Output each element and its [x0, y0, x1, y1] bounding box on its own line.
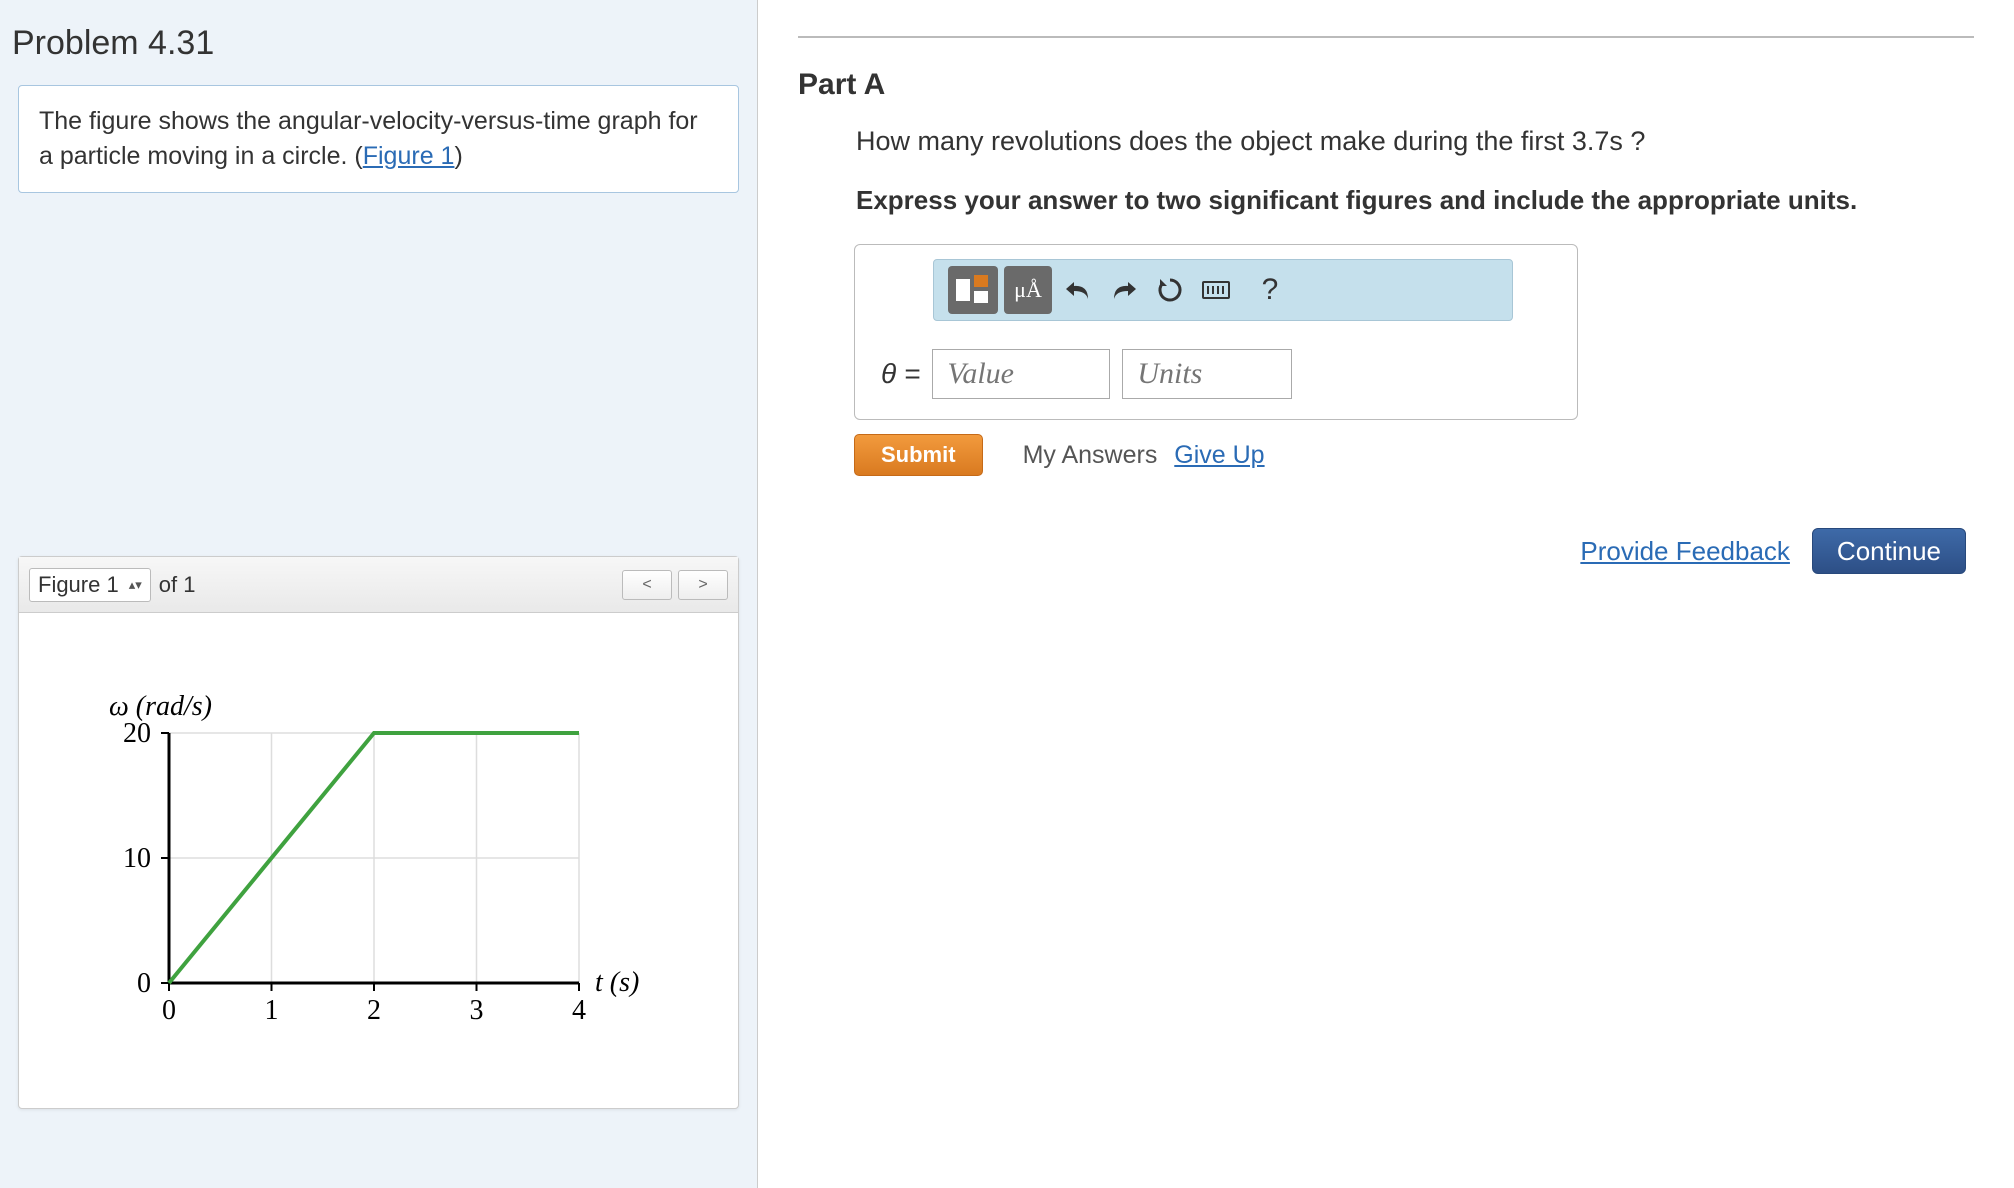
svg-text:3: 3: [470, 995, 484, 1026]
answer-box: μÅ ? θ =: [854, 244, 1578, 420]
figure-next-button[interactable]: >: [678, 570, 728, 600]
answer-links: My Answers Give Up: [1023, 441, 1265, 470]
keyboard-button[interactable]: [1196, 270, 1236, 310]
svg-text:t (s): t (s): [595, 967, 639, 998]
help-button[interactable]: ?: [1250, 270, 1290, 310]
divider: [798, 36, 1974, 38]
units-input[interactable]: [1122, 349, 1292, 399]
template-picker-button[interactable]: [948, 266, 998, 314]
figure-count: of 1: [159, 572, 196, 598]
description-text-post: ): [454, 142, 462, 170]
svg-text:0: 0: [162, 995, 176, 1026]
stepper-icon: ▴▾: [129, 577, 142, 593]
chart: 0 1 2 3 4 0 10 20ω (rad/s) t (s): [69, 683, 649, 1043]
give-up-link[interactable]: Give Up: [1174, 441, 1264, 469]
answer-actions: Submit My Answers Give Up: [854, 434, 1974, 476]
figure-panel: Figure 1 ▴▾ of 1 < > 0 1 2 3 4 0 10 20ω (rad/s)…: [18, 556, 739, 1109]
redo-button[interactable]: [1104, 270, 1144, 310]
figure-body: 0 1 2 3 4 0 10 20ω (rad/s) t (s): [19, 613, 738, 1108]
svg-text:1: 1: [265, 995, 279, 1026]
figure-header: Figure 1 ▴▾ of 1 < >: [19, 557, 738, 613]
answer-toolbar: μÅ ?: [933, 259, 1513, 321]
value-input[interactable]: [932, 349, 1110, 399]
figure-link[interactable]: Figure 1: [363, 142, 455, 170]
my-answers-label: My Answers: [1023, 441, 1158, 469]
continue-button[interactable]: Continue: [1812, 528, 1966, 574]
right-pane: Part A How many revolutions does the obj…: [758, 0, 2014, 1188]
undo-button[interactable]: [1058, 270, 1098, 310]
answer-input-row: θ =: [873, 349, 1559, 399]
question-text: How many revolutions does the object mak…: [856, 126, 1974, 157]
svg-text:20: 20: [123, 718, 151, 749]
left-pane: Problem 4.31 The figure shows the angula…: [0, 0, 758, 1188]
problem-description: The figure shows the angular-velocity-ve…: [18, 85, 739, 193]
svg-text:4: 4: [572, 995, 586, 1026]
figure-prev-button[interactable]: <: [622, 570, 672, 600]
provide-feedback-link[interactable]: Provide Feedback: [1580, 536, 1790, 567]
reset-button[interactable]: [1150, 270, 1190, 310]
svg-text:10: 10: [123, 843, 151, 874]
svg-text:2: 2: [367, 995, 381, 1026]
variable-label: θ =: [873, 358, 920, 390]
figure-nav: < >: [622, 570, 728, 600]
keyboard-icon: [1202, 281, 1230, 299]
svg-text:0: 0: [137, 968, 151, 999]
instruction-text: Express your answer to two significant f…: [856, 185, 1974, 216]
svg-text:ω (rad/s): ω (rad/s): [109, 691, 212, 722]
problem-title: Problem 4.31: [0, 0, 757, 85]
part-label: Part A: [798, 68, 1974, 102]
submit-button[interactable]: Submit: [854, 434, 983, 476]
footer-row: Provide Feedback Continue: [798, 528, 1974, 574]
figure-selector[interactable]: Figure 1 ▴▾: [29, 568, 151, 602]
units-button[interactable]: μÅ: [1004, 266, 1052, 314]
figure-selector-label: Figure 1: [38, 572, 119, 598]
